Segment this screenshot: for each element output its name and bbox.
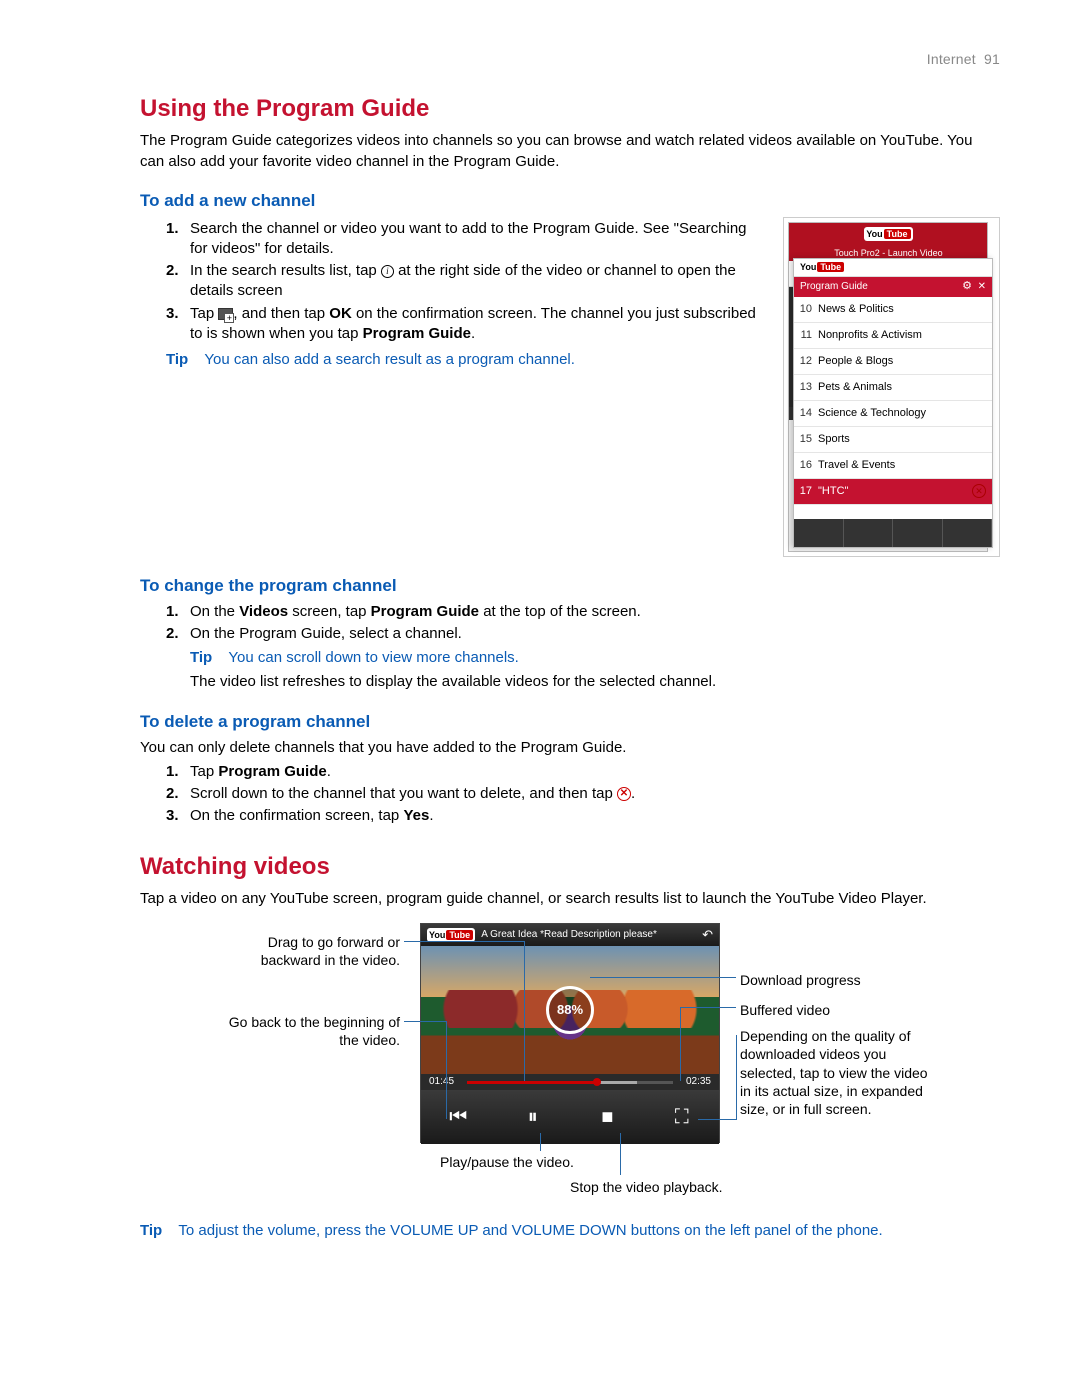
step-2: 2.Scroll down to the channel that you wa… — [166, 784, 1000, 804]
add-program-icon — [218, 308, 233, 320]
step-1: 1.Search the channel or video you want t… — [166, 219, 763, 260]
section-name: Internet — [927, 51, 976, 67]
intro-watching: Tap a video on any YouTube screen, progr… — [140, 889, 1000, 909]
player-figure: YouTube A Great Idea *Read Description p… — [220, 923, 920, 1193]
download-percent: 88% — [546, 986, 594, 1034]
page-header: Internet 91 — [140, 50, 1000, 69]
list-item: 14Science & Technology — [794, 401, 992, 427]
pg-front-panel: YouTube Program Guide ⚙ ✕ 10News & Polit… — [793, 258, 993, 548]
youtube-logo: YouTube — [864, 227, 912, 241]
ann-stop: Stop the video playback. — [570, 1178, 723, 1196]
gear-icon: ⚙ — [962, 280, 972, 292]
time-duration: 02:35 — [686, 1075, 711, 1089]
list-item: 16Travel & Events — [794, 453, 992, 479]
tip-volume: Tip To adjust the volume, press the VOLU… — [140, 1221, 1000, 1241]
heading-watching: Watching videos — [140, 851, 1000, 883]
prev-icon: ⏮ — [438, 1104, 478, 1131]
fullscreen-icon: ⛶ — [662, 1104, 702, 1131]
list-item: 11Nonprofits & Activism — [794, 323, 992, 349]
info-icon: i — [381, 265, 394, 278]
heading-program-guide: Using the Program Guide — [140, 93, 1000, 125]
delete-intro: You can only delete channels that you ha… — [140, 738, 1000, 758]
step-2: 2.On the Program Guide, select a channel… — [166, 624, 1000, 693]
step-1: 1.On the Videos screen, tap Program Guid… — [166, 602, 1000, 622]
list-item: 13Pets & Animals — [794, 375, 992, 401]
subhead-add-channel: To add a new channel — [140, 190, 1000, 213]
youtube-logo: YouTube — [427, 928, 475, 942]
delete-icon: ✕ — [972, 484, 986, 498]
delete-ring-icon: ✕ — [617, 787, 631, 801]
ann-goback: Go back to the beginning of the video. — [220, 1013, 400, 1049]
seek-bar: 01:45 02:35 — [421, 1074, 719, 1090]
ann-drag: Drag to go forward or backward in the vi… — [220, 933, 400, 969]
step-1: 1.Tap Program Guide. — [166, 762, 1000, 782]
list-item-selected: 17"HTC"✕ — [794, 479, 992, 505]
list-item: 15Sports — [794, 427, 992, 453]
ann-size: Depending on the quality of downloaded v… — [740, 1027, 930, 1118]
list-item: 10News & Politics — [794, 297, 992, 323]
video-player: YouTube A Great Idea *Read Description p… — [420, 923, 720, 1143]
pg-front-title: Program Guide — [800, 280, 868, 294]
video-frame: 88% — [421, 946, 719, 1074]
tip-change: Tip You can scroll down to view more cha… — [190, 648, 1000, 668]
subhead-delete-channel: To delete a program channel — [140, 711, 1000, 734]
pause-icon: ⏸ — [513, 1104, 553, 1131]
youtube-logo: YouTube — [798, 260, 846, 274]
close-icon: ✕ — [978, 281, 986, 292]
program-guide-screenshot: YouTube Touch Pro2 - Launch Video ✉ ▤ ▣ … — [783, 217, 1000, 557]
time-current: 01:45 — [429, 1075, 454, 1089]
back-icon: ↶ — [702, 926, 713, 944]
ann-play: Play/pause the video. — [440, 1153, 574, 1171]
intro-program-guide: The Program Guide categorizes videos int… — [140, 131, 1000, 172]
step-2: 2.In the search results list, tap i at t… — [166, 261, 763, 302]
pg-list: 10News & Politics 11Nonprofits & Activis… — [794, 297, 992, 505]
step-3: 3.On the confirmation screen, tap Yes. — [166, 806, 1000, 826]
tip-add: Tip You can also add a search result as … — [166, 350, 763, 370]
step-3: 3.Tap , and then tap OK on the confirmat… — [166, 304, 763, 345]
stop-icon: ■ — [587, 1104, 627, 1131]
list-item: 12People & Blogs — [794, 349, 992, 375]
ann-buffered: Buffered video — [740, 1001, 910, 1019]
video-title: A Great Idea *Read Description please* — [481, 928, 696, 942]
page-number: 91 — [984, 51, 1000, 67]
ann-download: Download progress — [740, 971, 910, 989]
subhead-change-channel: To change the program channel — [140, 575, 1000, 598]
